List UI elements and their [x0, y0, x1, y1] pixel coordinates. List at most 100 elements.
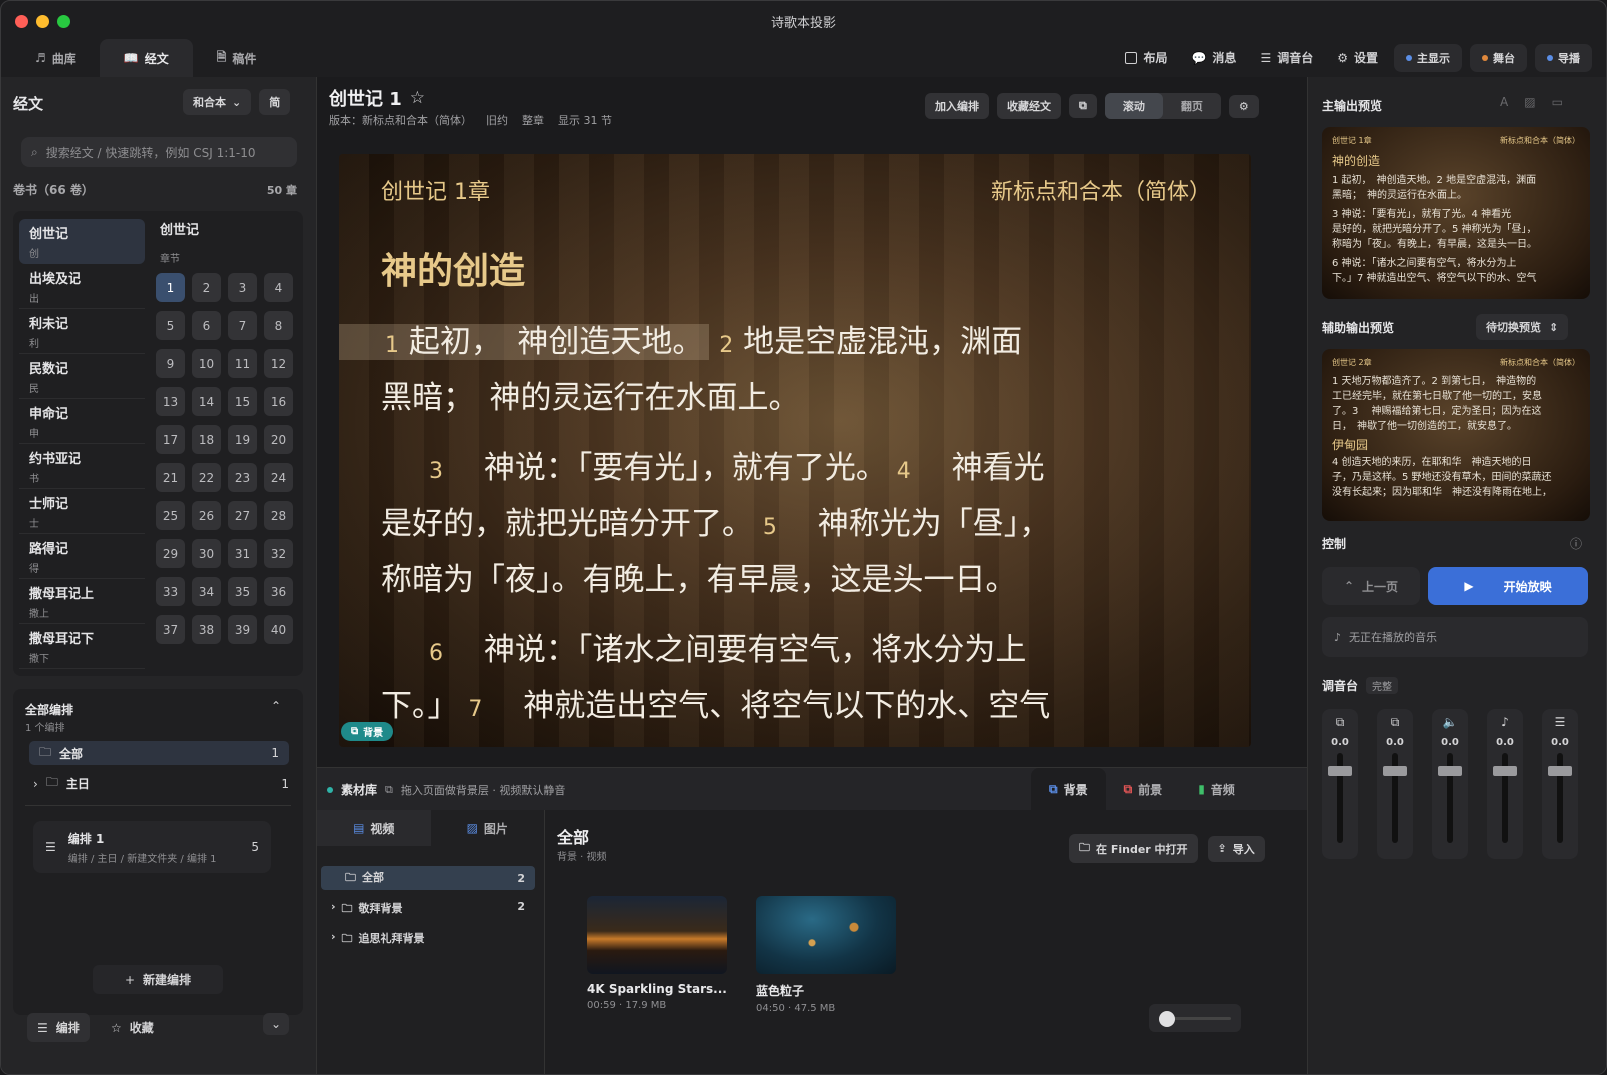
chapter-button[interactable]: 37: [156, 615, 185, 644]
book-item[interactable]: 民数记民: [19, 354, 145, 399]
chapter-button[interactable]: 5: [156, 311, 185, 340]
arrange-tab[interactable]: ☰ 编排: [27, 1013, 90, 1042]
chapter-button[interactable]: 32: [264, 539, 293, 568]
media-item[interactable]: 蓝色粒子 04:50 · 47.5 MB: [756, 896, 896, 1014]
settings-button[interactable]: ⚙ 设置: [1329, 43, 1386, 72]
screen-icon[interactable]: ▭: [1552, 95, 1563, 109]
chapter-button[interactable]: 34: [192, 577, 221, 606]
tab-background[interactable]: ⧉ 背景: [1031, 768, 1106, 810]
tab-library[interactable]: ♬ 曲库: [11, 39, 100, 77]
chapter-button[interactable]: 25: [156, 501, 185, 530]
now-playing-music[interactable]: ♪ 无正在播放的音乐: [1322, 617, 1588, 657]
chapter-button[interactable]: 14: [192, 387, 221, 416]
tab-scripture[interactable]: 📖 经文: [99, 39, 193, 77]
zoom-window-button[interactable]: [57, 15, 70, 28]
fader-knob[interactable]: [1383, 766, 1407, 776]
previous-page-button[interactable]: ⌃ 上一页: [1322, 567, 1420, 605]
chapter-button[interactable]: 23: [228, 463, 257, 492]
book-item[interactable]: 士师记士: [19, 489, 145, 534]
chapter-button[interactable]: 35: [228, 577, 257, 606]
music-icon[interactable]: ♪: [1487, 715, 1523, 729]
chapter-button[interactable]: 8: [264, 311, 293, 340]
book-item[interactable]: 利未记利: [19, 309, 145, 354]
minimize-window-button[interactable]: [36, 15, 49, 28]
chapter-button[interactable]: 38: [192, 615, 221, 644]
slider-knob[interactable]: [1159, 1011, 1175, 1027]
aux-preview-select[interactable]: 待切换预览 ⇕: [1476, 314, 1569, 340]
fader-knob[interactable]: [1438, 766, 1462, 776]
search-input[interactable]: ⌕ 搜索经文 / 快速跳转，例如 CSJ 1:1-10: [21, 137, 297, 167]
stage-pill[interactable]: 舞台: [1470, 43, 1527, 72]
chapter-button[interactable]: 3: [228, 273, 257, 302]
message-button[interactable]: 💬 消息: [1183, 43, 1244, 72]
aux-output-preview[interactable]: 创世记 2章 新标点和合本（简体） 1 天地万物都造齐了。2 到第七日， 神造物的…: [1322, 349, 1590, 521]
import-button[interactable]: ⇪ 导入: [1207, 835, 1265, 862]
book-item[interactable]: 创世记创: [19, 219, 145, 264]
chapter-button[interactable]: 27: [228, 501, 257, 530]
new-arrangement-button[interactable]: + 新建编排: [93, 965, 223, 994]
book-item[interactable]: 路得记得: [19, 534, 145, 579]
open-in-finder-button[interactable]: 🗀 在 Finder 中打开: [1069, 834, 1198, 863]
chapter-button[interactable]: 33: [156, 577, 185, 606]
fader-knob[interactable]: [1493, 766, 1517, 776]
folder-memorial[interactable]: › 🗀 追思礼拜背景: [331, 930, 425, 949]
chapter-button[interactable]: 17: [156, 425, 185, 454]
chapter-button[interactable]: 10: [192, 349, 221, 378]
chapter-button[interactable]: 19: [228, 425, 257, 454]
folder-sunday[interactable]: › 🗀 主日 1: [33, 773, 289, 794]
tab-audio[interactable]: ▮ 音频: [1180, 768, 1253, 810]
chevron-up-icon[interactable]: ⌃: [271, 699, 281, 713]
folder-all[interactable]: 🗀 全部 1: [29, 741, 289, 765]
copy-icon[interactable]: ⧉: [1377, 715, 1413, 730]
book-item[interactable]: 撒母耳记上 撒上: [19, 579, 145, 624]
chapter-button[interactable]: 20: [264, 425, 293, 454]
chapter-button[interactable]: 36: [264, 577, 293, 606]
simplified-toggle[interactable]: 简: [259, 89, 291, 115]
thumbnail-size-slider[interactable]: [1149, 1004, 1241, 1032]
media-item[interactable]: 4K Sparkling Stars... 00:59 · 17.9 MB: [587, 896, 727, 1011]
favorites-tab[interactable]: ☆ 收藏: [111, 1019, 154, 1036]
main-display-pill[interactable]: 主显示: [1394, 43, 1462, 72]
scroll-mode-button[interactable]: 滚动: [1104, 93, 1163, 119]
fader-knob[interactable]: [1328, 766, 1352, 776]
chapter-button[interactable]: 24: [264, 463, 293, 492]
chapter-button[interactable]: 30: [192, 539, 221, 568]
chapter-button[interactable]: 29: [156, 539, 185, 568]
chapter-button[interactable]: 1: [156, 273, 185, 302]
expand-button[interactable]: ⌄: [263, 1013, 290, 1035]
version-select[interactable]: 和合本 ⌄: [183, 89, 252, 115]
chapter-button[interactable]: 9: [156, 349, 185, 378]
chapter-button[interactable]: 21: [156, 463, 185, 492]
passage-settings-button[interactable]: ⚙: [1228, 94, 1259, 118]
text-icon[interactable]: A: [1500, 95, 1508, 109]
background-badge[interactable]: ⧉ 背景: [341, 722, 394, 741]
speaker-icon[interactable]: 🔈: [1432, 715, 1468, 729]
tab-foreground[interactable]: ⧉ 前景: [1106, 768, 1181, 810]
close-window-button[interactable]: [15, 15, 28, 28]
star-icon[interactable]: ☆: [410, 88, 425, 108]
chapter-button[interactable]: 15: [228, 387, 257, 416]
folder-all[interactable]: 🗀 全部 2: [321, 866, 535, 890]
chapter-button[interactable]: 13: [156, 387, 185, 416]
chapter-button[interactable]: 31: [228, 539, 257, 568]
chapter-button[interactable]: 40: [264, 615, 293, 644]
help-icon[interactable]: ⓘ: [1570, 535, 1582, 552]
chapter-button[interactable]: 4: [264, 273, 293, 302]
chapter-button[interactable]: 18: [192, 425, 221, 454]
copy-button[interactable]: ⧉: [1069, 94, 1097, 118]
chapter-button[interactable]: 39: [228, 615, 257, 644]
chapter-button[interactable]: 16: [264, 387, 293, 416]
director-pill[interactable]: 导播: [1535, 43, 1592, 72]
chapter-button[interactable]: 12: [264, 349, 293, 378]
tab-video[interactable]: ▤ 视频: [317, 810, 431, 846]
book-item[interactable]: 约书亚记书: [19, 444, 145, 489]
tab-image[interactable]: ▨ 图片: [431, 810, 545, 846]
add-to-arrangement-button[interactable]: 加入编排: [925, 93, 989, 119]
chapter-button[interactable]: 22: [192, 463, 221, 492]
folder-worship[interactable]: › 🗀 敬拜背景 2: [331, 900, 535, 919]
chapter-button[interactable]: 6: [192, 311, 221, 340]
main-output-preview[interactable]: 创世记 1章 新标点和合本（简体） 神的创造 1 起初， 神创造天地。2 地是空虚…: [1322, 127, 1590, 299]
layout-button[interactable]: 布局: [1117, 43, 1175, 72]
image-icon[interactable]: ▨: [1524, 95, 1535, 109]
mixer-button[interactable]: ☰ 调音台: [1252, 43, 1321, 72]
